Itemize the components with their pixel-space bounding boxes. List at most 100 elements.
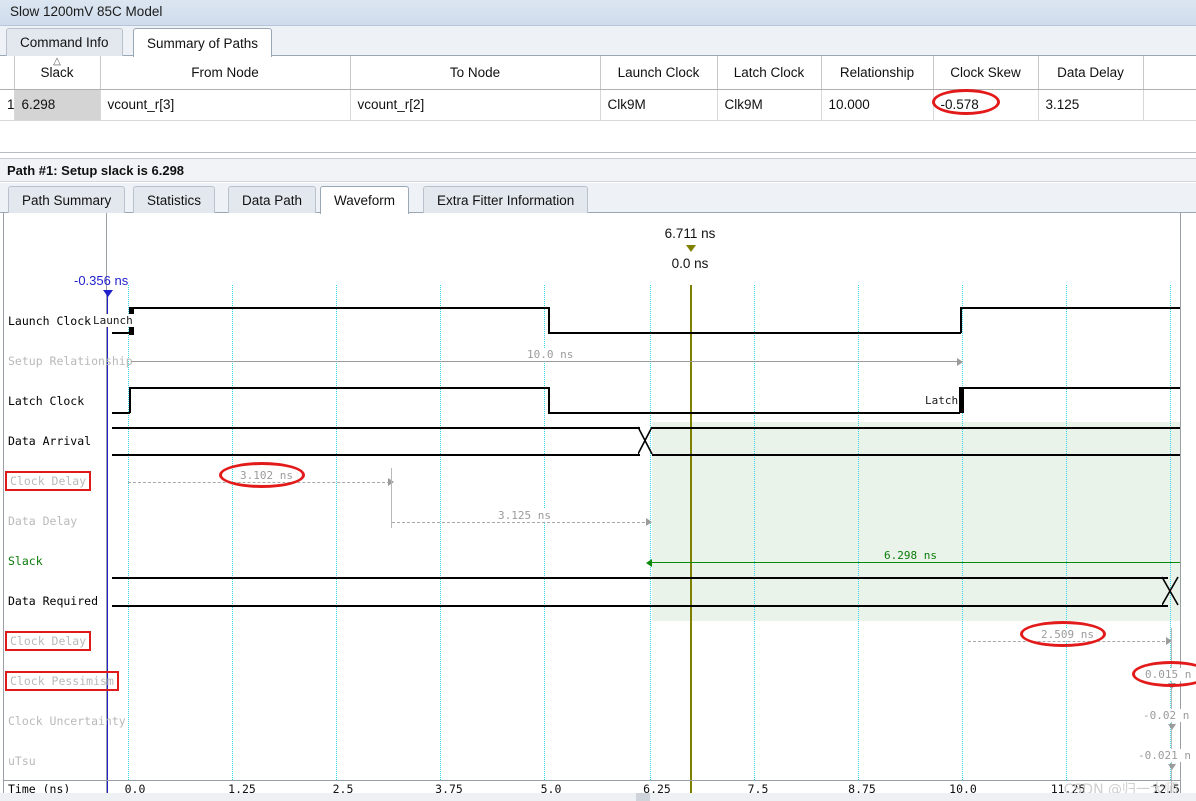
column-header-latch-clock[interactable]: Latch Clock [717,56,822,90]
tab-path-summary[interactable]: Path Summary [8,186,126,213]
cell-slack: 6.298 [14,89,101,121]
row-label-setup-relationship: Setup Relationship [8,354,133,368]
tab-data-path[interactable]: Data Path [228,186,317,213]
utsu-value: -0.021 n [1136,749,1193,762]
launch-marker-value: -0.356 ns [74,273,129,288]
tab-waveform[interactable]: Waveform [320,186,410,214]
launch-clock-rise2 [960,307,962,333]
inner-tab-strip: Path Summary Statistics Data Path Wavefo… [0,183,1196,214]
launch-clock-fall [548,307,550,333]
gridline-9 [1066,285,1067,780]
launch-clock-high [131,307,549,309]
column-header-filler [1143,56,1196,90]
clock-delay-latch-arrow [968,641,1170,642]
launch-clock-low-left [112,332,130,334]
clock-uncertainty-value: -0.02 n [1141,709,1192,722]
sort-ascending-icon: △ [53,56,61,67]
cell-index: 1 [0,89,15,121]
tab-summary-of-paths[interactable]: Summary of Paths [133,28,273,57]
cell-filler [1143,89,1196,121]
cursor-caret-icon [686,245,696,252]
slack-arrow [652,562,1180,564]
row-label-utsu: uTsu [8,754,36,768]
row-label-clock-delay-latch: Clock Delay [5,631,92,651]
row-label-data-arrival: Data Arrival [8,434,92,448]
highlight-band-tail [652,594,1180,621]
launch-marker-arrow-icon [103,290,113,297]
setup-relationship-arrowhead-icon [957,358,963,366]
latch-edge-label: Latch [924,394,960,407]
gridline-6 [754,285,755,780]
latch-clock-fall [548,387,550,413]
path-header-bar: Path #1: Setup slack is 6.298 [0,158,1196,182]
utsu-arrowhead-icon [1168,764,1176,770]
tab-extra-fitter-information[interactable]: Extra Fitter Information [423,186,589,213]
highlight-band-required [652,534,1180,594]
latch-clock-high [129,387,549,389]
column-header-data-delay[interactable]: Data Delay [1038,56,1144,90]
gridline-5 [650,285,651,780]
data-arrival-bot-pre [112,454,640,456]
cursor-value-label: 6.711 ns [664,226,716,241]
origin-value-label: 0.0 ns [671,256,709,271]
clock-delay-launch-value: 3.102 ns [237,469,296,482]
column-header-to-node[interactable]: To Node [350,56,601,90]
application-window: Slow 1200mV 85C Model Command Info Summa… [0,0,1196,801]
data-arrival-top-post [652,427,1180,429]
horizontal-scrollbar[interactable] [0,793,1196,801]
data-delay-value: 3.125 ns [495,509,554,522]
cell-data-delay: 3.125 [1038,89,1144,121]
window-title: Slow 1200mV 85C Model [10,4,163,19]
latch-clock-edge [959,387,964,413]
column-header-relationship[interactable]: Relationship [821,56,934,90]
cell-clock-skew: -0.578 [933,89,1039,121]
row-label-slack: Slack [8,554,43,568]
data-required-top [112,577,1168,579]
data-arrival-top-pre [112,427,640,429]
row-label-launch-clock: Launch Clock [8,314,92,328]
cell-latch-clock: Clk9M [717,89,822,121]
row-label-latch-clock: Latch Clock [8,394,85,408]
column-header-index[interactable] [0,56,15,90]
latch-clock-rise [129,387,131,413]
latch-clock-low-left [112,412,130,414]
launch-clock-high2 [960,307,1180,309]
column-header-slack-label: Slack [40,64,74,80]
panel-left-border [3,213,4,798]
tab-command-info[interactable]: Command Info [6,28,123,56]
row-label-data-delay: Data Delay [8,514,78,528]
row-label-clock-uncertainty: Clock Uncertainty [8,714,126,728]
outer-tab-strip: Command Info Summary of Paths [0,26,1196,57]
cell-to-node: vcount_r[2] [350,89,601,121]
table-row[interactable]: 1 6.298 vcount_r[3] vcount_r[2] Clk9M Cl… [0,89,1196,121]
row-label-clock-delay-launch: Clock Delay [5,471,92,491]
setup-relationship-arrow [131,361,961,362]
time-axis-separator [3,780,1181,781]
data-required-bot [112,605,1168,607]
table-header-row: △ Slack From Node To Node Launch Clock L… [0,56,1196,90]
data-arrival-transition-icon [638,426,653,455]
launch-clock-low-mid [548,332,961,334]
row-label-data-required: Data Required [8,594,99,608]
column-header-from-node[interactable]: From Node [100,56,351,90]
slack-arrowhead-icon [646,559,652,567]
data-delay-arrowhead-icon [646,518,652,526]
column-header-clock-skew[interactable]: Clock Skew [933,56,1039,90]
tab-statistics[interactable]: Statistics [133,186,216,213]
gridline-1 [232,285,233,780]
cell-launch-clock: Clk9M [600,89,718,121]
waveform-panel: 6.711 ns 0.0 ns -0.356 ns Launch Clock S… [0,213,1196,801]
column-header-launch-clock[interactable]: Launch Clock [600,56,718,90]
highlight-band-arrival [652,422,1180,484]
row-label-clock-pessimism: Clock Pessimism [5,671,119,691]
horizontal-scrollbar-thumb[interactable] [636,793,650,801]
cell-from-node: vcount_r[3] [100,89,351,121]
clock-delay-launch-tick [391,468,392,528]
cursor-line[interactable] [690,285,692,801]
latch-clock-low-mid [548,412,960,414]
slack-value: 6.298 ns [881,549,940,562]
column-header-slack[interactable]: △ Slack [14,56,101,90]
clock-delay-launch-arrow [128,482,390,483]
clock-pessimism-value: 0.015 n [1143,668,1194,681]
table-empty-area [0,121,1196,153]
